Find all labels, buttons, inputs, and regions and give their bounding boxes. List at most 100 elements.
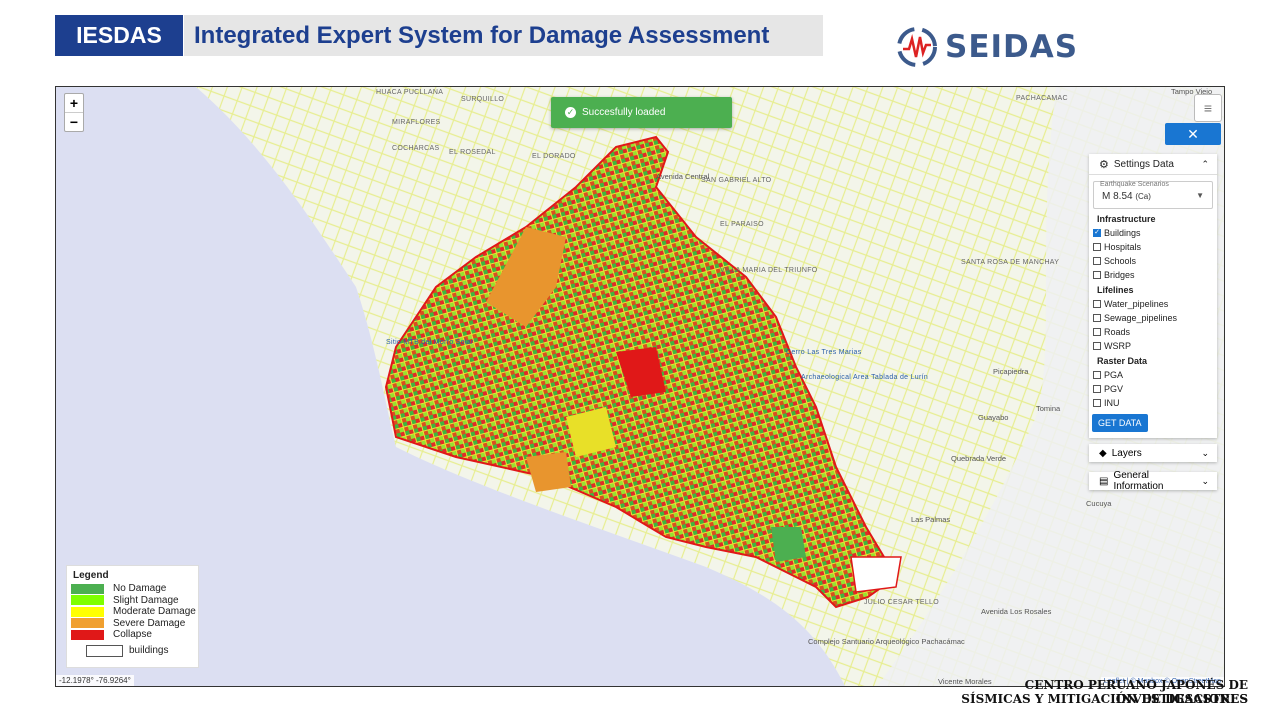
checkbox-buildings[interactable]: ✓ Buildings [1089, 226, 1217, 240]
zoom-control: + − [64, 93, 84, 132]
legend-item: Moderate Damage [67, 606, 198, 618]
map-label: Huaca Pucllana [376, 89, 444, 96]
legend-title: Legend [73, 570, 109, 581]
close-icon: ✕ [1187, 126, 1199, 142]
general-info-title: General Information [1113, 470, 1164, 492]
chart-icon: ▤ [1099, 475, 1109, 487]
checkbox-icon [1093, 300, 1101, 308]
seidas-logo-icon [897, 27, 937, 67]
checkbox-icon [1093, 314, 1101, 322]
get-data-button[interactable]: GET DATA [1092, 414, 1148, 432]
chevron-down-icon: ▼ [1196, 191, 1204, 200]
legend-swatch [71, 629, 104, 640]
footer-line-2: SÍSMICAS Y MITIGACIÓN DE DESASTRES [961, 692, 1248, 706]
legend-item: Slight Damage [67, 595, 198, 607]
chevron-up-icon: ⌃ [1201, 158, 1209, 169]
map-label: MIRAFLORES [392, 119, 441, 126]
map-label: EL DORADO [532, 153, 576, 160]
map-label: EL ROSEDAL [449, 149, 496, 156]
checkbox-icon [1093, 342, 1101, 350]
stack-icon: ≡ [1203, 100, 1213, 116]
map-label: EL PARAISO [720, 221, 764, 228]
map-label: SAN GABRIEL ALTO [701, 177, 772, 184]
checkbox-water-pipelines[interactable]: Water_pipelines [1089, 297, 1217, 311]
general-info-section-header[interactable]: ▤ General Information ⌄ [1089, 470, 1217, 492]
checkbox-icon [1093, 385, 1101, 393]
checkbox-sewage-pipelines[interactable]: Sewage_pipelines [1089, 311, 1217, 325]
check-icon: ✓ [565, 107, 576, 118]
checkbox-icon [1093, 371, 1101, 379]
legend-item: Severe Damage [67, 618, 198, 630]
legend-swatch [71, 618, 104, 629]
map-label: Picapiedra [993, 367, 1029, 376]
map-label: Las Palmas [911, 515, 951, 524]
success-toast: ✓ Succesfully loaded [551, 97, 732, 128]
legend-swatch [71, 606, 104, 617]
checkbox-hospitals[interactable]: Hospitals [1089, 240, 1217, 254]
map-label: Avenida Central [656, 172, 710, 181]
checkbox-icon [1093, 328, 1101, 336]
settings-panel: ⚙ Settings Data ⌃ Earthquake Scenarios M… [1089, 154, 1217, 438]
scenario-value: M 8.54 (Ca) [1102, 191, 1151, 202]
settings-header[interactable]: ⚙ Settings Data ⌃ [1089, 154, 1217, 175]
map-label: COCHARCAS [392, 145, 440, 152]
infrastructure-heading: Infrastructure [1097, 214, 1156, 224]
legend-item: No Damage [67, 583, 198, 595]
checkbox-icon [1093, 257, 1101, 265]
chevron-down-icon: ⌄ [1201, 447, 1209, 458]
settings-title: Settings Data [1113, 158, 1174, 170]
checkbox-pgv[interactable]: PGV [1089, 382, 1217, 396]
app-short-title: IESDAS [55, 15, 183, 56]
logo-text: SEIDAS [945, 29, 1079, 65]
map-label: Avenida Los Rosales [981, 607, 1052, 616]
legend-buildings-item: buildings [67, 644, 198, 657]
checkbox-icon [1093, 243, 1101, 251]
map-label: SURQUILLO [461, 96, 505, 103]
legend-swatch [71, 583, 104, 594]
map-view[interactable]: Huaca Pucllana SURQUILLO MIRAFLORES COCH… [55, 86, 1225, 687]
raster-heading: Raster Data [1097, 356, 1148, 366]
map-label: Archaeological Area Tablada de Lurín [801, 374, 929, 381]
close-panel-button[interactable]: ✕ [1165, 123, 1221, 145]
checkbox-icon [1093, 399, 1101, 407]
map-label: Quebrada Verde [951, 454, 1007, 463]
chevron-down-icon: ⌄ [1201, 475, 1209, 486]
map-label: Guayabo [978, 413, 1009, 422]
gear-icon: ⚙ [1099, 158, 1109, 171]
map-canvas [56, 87, 1224, 686]
scenario-label: Earthquake Scenarios [1100, 181, 1169, 188]
map-label: Tomina [1036, 404, 1061, 413]
checkbox-roads[interactable]: Roads [1089, 325, 1217, 339]
layers-control-button[interactable]: ≡ [1194, 94, 1222, 122]
toast-message: Succesfully loaded [582, 107, 666, 118]
coordinate-readout: -12.1978° -76.9264° [56, 675, 134, 686]
map-label: Cucuya [1086, 499, 1112, 508]
checkbox-bridges[interactable]: Bridges [1089, 268, 1217, 282]
scenario-select[interactable]: Earthquake Scenarios M 8.54 (Ca) ▼ [1093, 181, 1213, 209]
checkbox-pga[interactable]: PGA [1089, 368, 1217, 382]
map-label: Cerro Las Tres Marias [786, 349, 862, 356]
legend-item: Collapse [67, 629, 198, 641]
map-label: PACHACAMAC [1016, 95, 1068, 102]
app-long-title: Integrated Expert System for Damage Asse… [184, 15, 823, 56]
map-label: Complejo Santuario Arqueológico Pachacám… [808, 637, 965, 646]
lifelines-heading: Lifelines [1097, 285, 1134, 295]
layers-title: Layers [1111, 447, 1142, 459]
checkbox-checked-icon: ✓ [1093, 229, 1101, 237]
map-label: SANTA ROSA DE MANCHAY [961, 259, 1060, 266]
zoom-in-button[interactable]: + [65, 94, 83, 113]
map-label: JULIO CESAR TELLO [864, 599, 939, 606]
zoom-out-button[interactable]: − [65, 113, 83, 131]
map-label: Sitio MTB del Morro Solar [386, 339, 474, 346]
checkbox-schools[interactable]: Schools [1089, 254, 1217, 268]
legend-swatch [71, 595, 104, 606]
layers-icon: ◆ [1099, 447, 1107, 459]
map-label: VILLA MARIA DEL TRIUNFO [720, 267, 818, 274]
checkbox-icon [1093, 271, 1101, 279]
layers-section-header[interactable]: ◆ Layers ⌄ [1089, 444, 1217, 462]
damage-legend: Legend No Damage Slight Damage Moderate … [66, 565, 199, 668]
checkbox-wsrp[interactable]: WSRP [1089, 339, 1217, 353]
legend-swatch [86, 644, 123, 657]
seidas-logo: SEIDAS [895, 16, 1095, 78]
checkbox-inu[interactable]: INU [1089, 396, 1217, 410]
